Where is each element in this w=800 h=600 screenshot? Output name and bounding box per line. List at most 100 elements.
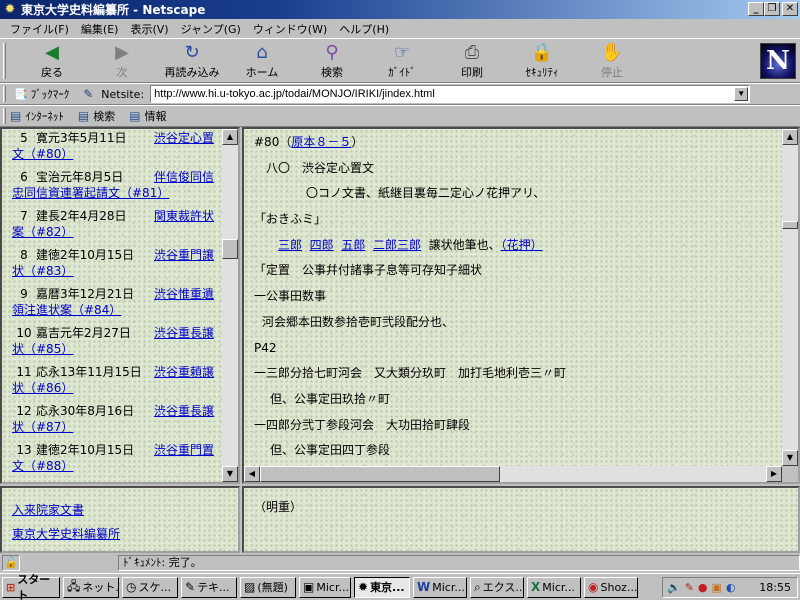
security-lock-icon: 🔒	[530, 42, 554, 63]
forward-icon: ▶	[115, 42, 129, 63]
personal-info-button[interactable]: ▤ 情報	[129, 108, 166, 124]
network-icon: 🖧	[67, 578, 81, 593]
text-line: 但、公事定田玖拾〃町	[270, 391, 391, 406]
minimize-button[interactable]: _	[748, 2, 764, 16]
text-line: 「定置 公事幷付諸事子息等可存知子細状	[254, 263, 483, 278]
home-icon: ⌂	[256, 42, 268, 63]
forward-button[interactable]: ▶ 次	[90, 42, 154, 82]
horizontal-scrollbar[interactable]: ◀ ▶	[244, 466, 782, 482]
original-page-link[interactable]: 原本８－５	[291, 135, 351, 149]
name-link[interactable]: 五郎	[341, 238, 365, 252]
name-link[interactable]: 四郎	[310, 238, 334, 252]
shoz-icon: ◉	[588, 580, 599, 594]
name-link[interactable]: 三郎	[278, 238, 302, 252]
home-button[interactable]: ⌂ ホーム	[230, 42, 294, 82]
search-button[interactable]: ⚲ 検索	[300, 42, 364, 82]
text-line: 〇コノ文書、紙継目裏毎二定心ノ花押アリ、	[306, 186, 546, 201]
tray-app-icon[interactable]: ●	[698, 581, 708, 594]
system-tray: 🔊 ✎ ● ▣ ◐ 18:55	[662, 577, 798, 598]
kao-link[interactable]: （花押）	[501, 238, 543, 252]
list-item: 13 建徳2年10月15日 渋谷重門置文（#88）	[12, 443, 215, 473]
back-button[interactable]: ◀ 戻る	[20, 42, 84, 82]
list-item: 12 応永30年8月16日 渋谷重長譲状（#87）	[12, 404, 215, 434]
taskbar-button[interactable]: ◷ スケ...	[122, 576, 178, 598]
name-link[interactable]: 二郎三郎	[373, 238, 421, 252]
document-list: 5 寛元3年5月11日 渋谷定心置文（#80） 6 宝治元年8月5日 伴信俊同信忠同信資…	[12, 129, 218, 480]
scroll-right-icon[interactable]: ▶	[766, 466, 782, 482]
scroll-thumb[interactable]	[260, 466, 500, 482]
vertical-scrollbar[interactable]: ▲ ▼	[222, 129, 238, 482]
tray-app-icon[interactable]: ▣	[712, 581, 722, 594]
info-icon: ▤	[129, 109, 141, 123]
status-text: ﾄﾞｷｭﾒﾝﾄ: 完了。	[118, 555, 800, 571]
taskbar-button[interactable]: W Micr...	[413, 576, 467, 598]
scroll-down-icon[interactable]: ▼	[222, 466, 238, 482]
scroll-thumb[interactable]	[782, 221, 798, 229]
personal-search-button[interactable]: ▤ 検索	[78, 108, 115, 124]
menu-window[interactable]: ウィンドウ(W)	[247, 21, 333, 37]
scroll-down-icon[interactable]: ▼	[782, 450, 798, 466]
title-bar[interactable]: ✹ 東京大学史料編纂所 - Netscape _ ❐ ✕	[0, 0, 800, 19]
back-icon: ◀	[45, 42, 59, 63]
toolbar-grip[interactable]	[3, 108, 6, 124]
windows-logo-icon: ⊞	[6, 580, 16, 594]
ime-icon[interactable]: ✎	[685, 581, 694, 594]
taskbar-button[interactable]: ⌕ エクス...	[470, 576, 524, 598]
volume-icon[interactable]: 🔊	[667, 581, 681, 594]
bookmark-icon: 📑	[14, 87, 28, 101]
menu-view[interactable]: 表示(V)	[124, 21, 174, 37]
security-button[interactable]: 🔒 ｾｷｭﾘﾃｨ	[510, 42, 574, 82]
stop-icon: ✋	[600, 42, 624, 63]
reload-button[interactable]: ↻ 再読み込み	[160, 42, 224, 82]
toolbar-grip[interactable]	[3, 86, 6, 102]
internet-icon: ▤	[10, 109, 22, 123]
tray-app-icon[interactable]: ◐	[726, 581, 736, 594]
text-line: 八〇 渋谷定心置文	[266, 160, 375, 175]
scroll-up-icon[interactable]: ▲	[222, 129, 238, 145]
document-header: #80（原本８－５）	[254, 135, 364, 149]
taskbar-button[interactable]: ▨ (無題)	[240, 576, 296, 598]
menu-help[interactable]: ヘルプ(H)	[333, 21, 395, 37]
print-button[interactable]: ⎙ 印刷	[440, 42, 504, 82]
stop-button[interactable]: ✋ 停止	[580, 42, 644, 82]
netscape-window-icon[interactable]: ✹	[2, 2, 18, 18]
menu-edit[interactable]: 編集(E)	[75, 21, 125, 37]
document-content: #80（原本８－５） 八〇 渋谷定心置文 〇コノ文書、紙継目裏毎二定心ノ花押アリ…	[254, 132, 780, 466]
scroll-up-icon[interactable]: ▲	[782, 129, 798, 145]
vertical-scrollbar[interactable]: ▲ ▼	[782, 129, 798, 466]
taskbar-button-active[interactable]: ✹ 東京...	[354, 576, 410, 598]
page-proxy-icon[interactable]: ✎	[83, 87, 93, 101]
text-line: 一四郎分弐丁参段河会 大功田拾町肆段	[254, 417, 471, 432]
netscape-logo[interactable]: N	[760, 43, 796, 79]
personal-toolbar: ▤ ｲﾝﾀｰﾈｯﾄ ▤ 検索 ▤ 情報	[0, 105, 800, 127]
security-lock-icon[interactable]: 🔓	[2, 555, 20, 571]
text-line: 「おきふミ」	[254, 212, 327, 227]
bookmarks-button[interactable]: 📑 ﾌﾞｯｸﾏｰｸ	[10, 86, 73, 102]
app-icon: ▣	[303, 580, 315, 594]
taskbar-button[interactable]: ✎ テキ...	[181, 576, 237, 598]
document-index-frame: 5 寛元3年5月11日 渋谷定心置文（#80） 6 宝治元年8月5日 伴信俊同信忠同信資…	[0, 127, 240, 484]
scroll-left-icon[interactable]: ◀	[244, 466, 260, 482]
maximize-button[interactable]: ❐	[764, 2, 780, 16]
close-button[interactable]: ✕	[782, 2, 798, 16]
guide-button[interactable]: ☞ ｶﾞｲﾄﾞ	[370, 42, 434, 82]
historiographical-institute-link[interactable]: 東京大学史料編纂所	[12, 527, 120, 541]
taskbar-button[interactable]: ◉ Shoz...	[584, 576, 638, 598]
status-bar: 🔓 ﾄﾞｷｭﾒﾝﾄ: 完了。	[0, 553, 800, 573]
window-controls: _ ❐ ✕	[748, 2, 798, 16]
taskbar: ⊞ スタート 🖧 ネット... ◷ スケ... ✎ テキ... ▨ (無題) ▣…	[0, 573, 800, 600]
personal-internet-button[interactable]: ▤ ｲﾝﾀｰﾈｯﾄ	[10, 108, 64, 124]
taskbar-button[interactable]: 🖧 ネット...	[63, 576, 119, 598]
scroll-thumb[interactable]	[222, 239, 238, 259]
toolbar-grip[interactable]	[3, 43, 6, 79]
excel-icon: X	[531, 580, 541, 594]
start-button[interactable]: ⊞ スタート	[2, 573, 60, 600]
menu-file[interactable]: ファイル(F)	[4, 21, 75, 37]
taskbar-button[interactable]: X Micr...	[527, 576, 581, 598]
taskbar-button[interactable]: ▣ Micr...	[299, 576, 351, 598]
iriki-documents-link[interactable]: 入来院家文書	[12, 503, 84, 517]
url-dropdown-icon[interactable]: ▼	[734, 87, 749, 101]
url-input[interactable]: http://www.hi.u-tokyo.ac.jp/todai/MONJO/…	[150, 85, 751, 103]
menu-go[interactable]: ジャンプ(G)	[175, 21, 247, 37]
clock[interactable]: 18:55	[759, 581, 791, 594]
